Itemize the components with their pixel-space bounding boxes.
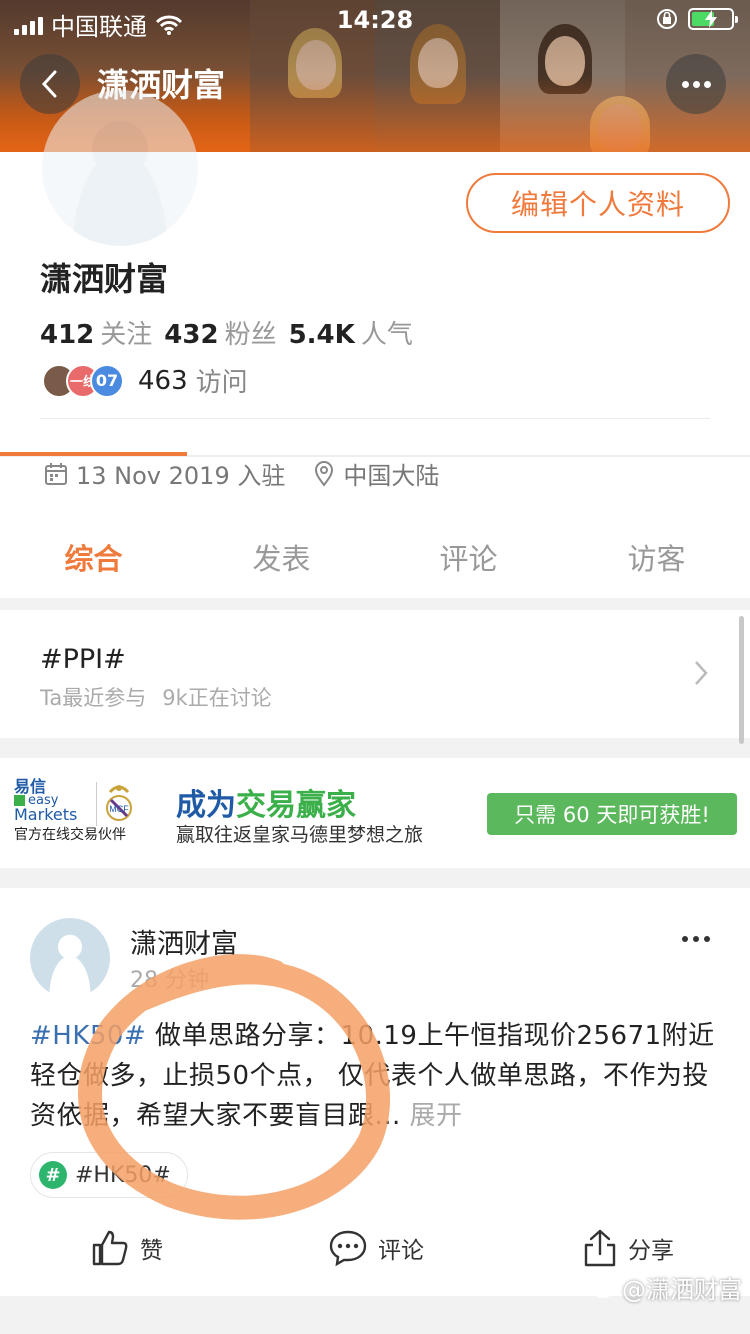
watermark: @潇洒财富 — [592, 1270, 742, 1305]
profile-name: 潇洒财富 — [40, 260, 169, 298]
tab-comments[interactable]: 评论 — [375, 536, 562, 578]
expand-link[interactable]: 展开 — [401, 1101, 463, 1131]
chevron-left-icon — [41, 70, 57, 98]
location-pin-icon — [315, 460, 334, 487]
chevron-right-icon — [695, 661, 708, 685]
tab-posts[interactable]: 发表 — [188, 536, 375, 578]
visits-label: 访问 — [195, 368, 248, 398]
share-icon — [584, 1229, 616, 1267]
more-options-button[interactable] — [666, 54, 726, 114]
logo-divider — [96, 782, 97, 826]
following-stat[interactable]: 412 关注 — [40, 314, 152, 351]
ad-title: 成为交易赢家 — [176, 788, 356, 823]
visits-count: 463 — [138, 365, 188, 396]
edit-profile-button[interactable]: 编辑个人资料 — [466, 173, 730, 233]
topic-tag: #PPI# — [40, 644, 126, 675]
post-author-avatar[interactable] — [30, 918, 110, 998]
svg-text:MCF: MCF — [109, 804, 129, 814]
share-button[interactable]: 分享 — [582, 1228, 674, 1268]
clock: 14:28 — [336, 6, 414, 34]
topic-subtitle: Ta最近参与 9k正在讨论 — [40, 686, 272, 710]
like-button[interactable]: 赞 — [90, 1228, 163, 1268]
status-bar: 中国联通 14:28 — [0, 0, 750, 41]
profile-avatar[interactable] — [42, 90, 198, 246]
scrollbar[interactable] — [739, 616, 744, 744]
post-card: 潇洒财富 28 分钟 #HK50# 做单思路分享：10.19上午恒指现价2567… — [0, 888, 750, 1296]
hashtag-icon: # — [39, 1161, 67, 1189]
back-button[interactable] — [20, 54, 80, 114]
hashtag-chip[interactable]: # #HK50# — [30, 1152, 188, 1198]
calendar-icon — [45, 462, 67, 485]
location: 中国大陆 — [343, 462, 440, 490]
profile-meta: 13 Nov 2019 入驻 中国大陆 — [44, 456, 439, 491]
followers-stat[interactable]: 432 粉丝 — [164, 314, 276, 351]
join-date: 13 Nov 2019 入驻 — [76, 462, 286, 490]
post-actions: 赞 评论 分享 — [0, 1216, 750, 1276]
comment-button[interactable]: 评论 — [328, 1228, 424, 1268]
tab-overview[interactable]: 综合 — [0, 536, 187, 578]
active-tab-indicator — [0, 452, 187, 456]
thumbs-up-icon — [92, 1230, 128, 1266]
popularity-stat: 5.4K 人气 — [288, 320, 413, 350]
profile-stats: 412 关注 432 粉丝 5.4K 人气 — [40, 314, 413, 351]
weibo-logo-icon — [593, 1278, 616, 1298]
post-text[interactable]: #HK50# 做单思路分享：10.19上午恒指现价25671附近轻仓做多，止损5… — [30, 1016, 720, 1136]
recent-visitors[interactable]: 一线 07 463 访问 — [42, 362, 248, 399]
battery-icon — [688, 8, 738, 30]
ad-banner[interactable]: 易信 easy Markets 官方在线交易伙伴 MCF 成为交易赢家 赢取往返… — [0, 758, 750, 868]
topic-row[interactable]: #PPI# Ta最近参与 9k正在讨论 — [0, 610, 750, 738]
tab-visitors[interactable]: 访客 — [563, 536, 750, 578]
post-hashtag[interactable]: #HK50# — [30, 1021, 146, 1051]
real-madrid-crest-icon: MCF — [106, 785, 132, 821]
ad-subtitle: 赢取往返皇家马德里梦想之旅 — [176, 824, 424, 846]
visitor-avatar: 07 — [90, 363, 124, 398]
profile-card: 编辑个人资料 潇洒财富 412 关注 432 粉丝 5.4K 人气 一线 07 463… — [0, 90, 750, 598]
comment-icon — [329, 1230, 367, 1267]
post-more-button[interactable] — [682, 936, 710, 942]
rotation-lock-icon — [657, 9, 677, 29]
profile-tabs: 综合 发表 评论 访客 — [0, 536, 750, 598]
post-author-name[interactable]: 潇洒财富 — [130, 922, 238, 961]
ad-cta-button[interactable]: 只需 60 天即可获胜! — [487, 793, 737, 835]
divider — [40, 418, 710, 419]
post-timestamp: 28 分钟 — [130, 968, 209, 993]
